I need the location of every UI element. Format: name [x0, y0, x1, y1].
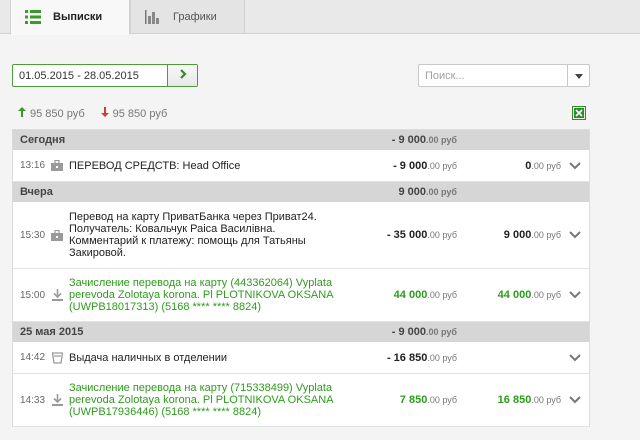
arrow-up-icon	[18, 107, 26, 120]
apply-date-button[interactable]	[167, 65, 197, 86]
excel-export-icon[interactable]	[572, 106, 586, 123]
transaction-description: Зачисление перевода на карту (443362064)…	[69, 277, 334, 313]
transaction-row[interactable]: 15:30 Перевод на карту ПриватБанка через…	[13, 202, 589, 269]
group-label: Сегодня	[20, 134, 66, 146]
chevron-down-icon[interactable]	[569, 353, 581, 362]
briefcase-icon	[45, 160, 69, 171]
caret-down-icon	[574, 70, 583, 82]
search-dropdown-button[interactable]	[567, 65, 589, 86]
group-total: - 9 000.00 руб	[391, 326, 457, 338]
transaction-balance: 9 000.00 руб	[503, 229, 561, 241]
tab-bar: Выписки Графики	[0, 0, 640, 35]
group-header: 25 мая 2015 - 9 000.00 руб	[13, 322, 589, 342]
transaction-time: 15:00	[20, 289, 46, 301]
transaction-balance: 16 850.00 руб	[497, 394, 561, 406]
transaction-description: Выдача наличных в отделении	[69, 351, 227, 364]
group-header: Вчера 9 000.00 руб	[13, 182, 589, 202]
transaction-row[interactable]: 13:16 ПЕРЕВОД СРЕДСТВ: Head Office - 9 0…	[13, 150, 589, 182]
transaction-amount: - 9 000.00 руб	[393, 159, 457, 172]
group-header: Сегодня - 9 000.00 руб	[13, 130, 589, 150]
transaction-row[interactable]: 15:00 Зачисление перевода на карту (4433…	[13, 269, 589, 322]
transaction-balance: 44 000.00 руб	[497, 289, 561, 301]
transaction-description: Перевод на карту ПриватБанка через Прива…	[69, 211, 317, 259]
transaction-amount: - 35 000.00 руб	[386, 229, 457, 241]
transaction-time: 15:30	[20, 229, 46, 241]
date-range-input[interactable]	[13, 65, 167, 86]
group-label: Вчера	[20, 186, 53, 198]
transaction-description: ПЕРЕВОД СРЕДСТВ: Head Office	[69, 159, 241, 172]
chevron-down-icon[interactable]	[569, 161, 581, 170]
tab-statements[interactable]: Выписки	[10, 0, 130, 35]
download-icon	[45, 394, 69, 406]
date-range-picker	[12, 64, 198, 87]
transaction-balance: 0.00 руб	[525, 159, 561, 172]
list-icon	[25, 10, 41, 24]
transaction-amount: 7 850.00 руб	[399, 394, 457, 406]
search-input[interactable]	[419, 65, 567, 86]
arrow-down-icon	[100, 107, 109, 120]
income-total: 95 850 руб	[30, 107, 85, 120]
group-label: 25 мая 2015	[20, 326, 84, 338]
group-total: 9 000.00 руб	[398, 186, 458, 198]
transaction-amount: 44 000.00 руб	[393, 289, 457, 301]
chevron-down-icon[interactable]	[569, 396, 581, 404]
search-combo	[418, 64, 590, 87]
chevron-down-icon[interactable]	[569, 231, 581, 239]
tab-charts-label: Графики	[173, 10, 217, 23]
briefcase-icon	[45, 229, 69, 241]
transaction-time: 14:33	[20, 394, 46, 406]
transactions-list: Сегодня - 9 000.00 руб 13:16 ПЕРЕВОД СРЕ…	[12, 129, 590, 427]
download-icon	[45, 289, 69, 301]
chevron-down-icon[interactable]	[569, 291, 581, 299]
cup-icon	[45, 351, 69, 364]
expense-total: 95 850 руб	[112, 107, 168, 120]
transaction-time: 14:42	[20, 352, 46, 363]
transaction-description: Зачисление перевода на карту (715338499)…	[69, 382, 334, 418]
group-total: - 9 000.00 руб	[391, 134, 457, 146]
bar-chart-icon	[145, 9, 161, 24]
period-totals: 95 850 руб 95 850 руб	[18, 107, 167, 120]
tab-charts[interactable]: Графики	[130, 0, 245, 34]
transaction-amount: - 16 850.00 руб	[386, 351, 457, 364]
transaction-time: 13:16	[20, 160, 46, 171]
transaction-row[interactable]: 14:33 Зачисление перевода на карту (7153…	[13, 374, 589, 427]
tab-statements-label: Выписки	[53, 11, 103, 23]
chevron-right-icon	[178, 69, 188, 82]
transaction-row[interactable]: 14:42 Выдача наличных в отделении - 16 8…	[13, 342, 589, 374]
